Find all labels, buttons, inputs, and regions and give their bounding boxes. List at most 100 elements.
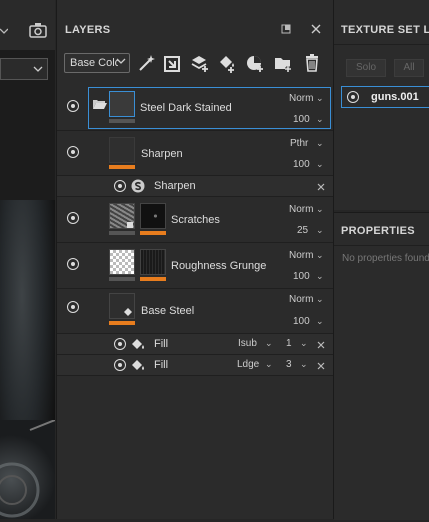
layer-name: Steel Dark Stained [140, 102, 232, 114]
panel-close-icon[interactable] [311, 24, 321, 34]
effect-row-fill-2[interactable]: Fill Ldge ⌄ 3 ⌄ [57, 355, 333, 376]
effect-value[interactable]: 1 [286, 338, 292, 349]
channel-select-value: Base Color [70, 57, 118, 69]
blend-mode[interactable]: Norm [289, 294, 313, 305]
effect-name: Fill [154, 338, 169, 350]
remove-effect-icon[interactable] [317, 182, 325, 191]
chevron-down-icon[interactable]: ⌄ [316, 225, 324, 236]
layer-opacity[interactable]: 100 [293, 159, 310, 170]
visibility-eye-icon[interactable] [347, 91, 359, 103]
layer-name: Base Steel [141, 305, 195, 317]
layer-opacity[interactable]: 100 [293, 271, 310, 282]
texture-set-panel: TEXTURE SET LIST Solo All guns.001 [334, 0, 429, 210]
layers-panel-title: LAYERS [65, 24, 111, 36]
visibility-eye-icon[interactable] [67, 212, 79, 224]
remove-effect-icon[interactable] [317, 361, 325, 370]
viewport-render-detail [0, 419, 56, 519]
blend-mode[interactable]: Norm [289, 204, 313, 215]
texture-set-panel-title: TEXTURE SET LIST [341, 24, 429, 36]
visibility-eye-icon[interactable] [67, 258, 79, 270]
chevron-down-icon[interactable]: ⌄ [316, 250, 324, 261]
properties-panel-title: PROPERTIES [341, 225, 415, 237]
effect-row-sharpen[interactable]: Sharpen [57, 176, 333, 197]
layer-name: Scratches [171, 214, 220, 226]
visibility-eye-icon[interactable] [114, 338, 126, 350]
layer-name: Roughness Grunge [171, 260, 267, 272]
chevron-down-icon [116, 56, 126, 69]
blend-mode[interactable]: Norm [289, 250, 313, 261]
chevron-down-icon[interactable]: ⌄ [316, 114, 324, 125]
folder-open-icon[interactable] [93, 98, 107, 110]
chevron-down-icon[interactable]: ⌄ [316, 294, 324, 305]
effect-name: Sharpen [154, 180, 196, 192]
visibility-eye-icon[interactable] [114, 180, 126, 192]
add-mask-icon[interactable] [163, 52, 183, 74]
effect-blend-mode[interactable]: Isub [238, 338, 257, 349]
visibility-eye-icon[interactable] [67, 100, 79, 112]
mask-thumbnail[interactable] [140, 203, 166, 229]
chevron-down-icon[interactable]: ⌄ [316, 93, 324, 104]
chevron-down-icon[interactable]: ⌄ [265, 338, 273, 349]
viewport-dropdown-arrow[interactable] [0, 26, 9, 36]
solo-button[interactable]: Solo [346, 59, 386, 77]
add-folder-icon[interactable] [273, 52, 293, 74]
layer-row-scratches[interactable]: Scratches Norm ⌄ 25 ⌄ [57, 197, 333, 243]
chevron-down-icon[interactable]: ⌄ [300, 338, 308, 349]
add-generator-icon[interactable] [245, 52, 265, 74]
chevron-down-icon[interactable]: ⌄ [316, 159, 324, 170]
add-effect-icon[interactable] [137, 52, 157, 74]
all-button[interactable]: All [394, 59, 424, 77]
layer-channel-bar [109, 277, 135, 281]
layer-thumbnail [109, 249, 135, 275]
mask-thumbnail[interactable] [140, 249, 166, 275]
layer-row-sharpen[interactable]: Sharpen Pthr ⌄ 100 ⌄ [57, 131, 333, 176]
chevron-down-icon[interactable]: ⌄ [265, 359, 273, 370]
visibility-eye-icon[interactable] [67, 146, 79, 158]
camera-icon[interactable] [29, 22, 47, 38]
layer-opacity[interactable]: 25 [297, 225, 308, 236]
add-fill-layer-icon[interactable] [217, 52, 237, 74]
mask-channel-bar [140, 277, 166, 281]
channel-select[interactable]: Base Color [64, 53, 130, 73]
chevron-down-icon[interactable]: ⌄ [316, 316, 324, 327]
layer-row-roughness-grunge[interactable]: Roughness Grunge Norm ⌄ 100 ⌄ [57, 243, 333, 289]
remove-effect-icon[interactable] [317, 340, 325, 349]
mask-channel-bar [140, 231, 166, 235]
layer-row-steel-dark-stained[interactable]: Steel Dark Stained Norm ⌄ 100 ⌄ [57, 85, 333, 131]
viewport[interactable] [0, 0, 56, 519]
visibility-eye-icon[interactable] [114, 359, 126, 371]
fill-bucket-icon [131, 337, 145, 351]
blend-mode[interactable]: Pthr [290, 138, 308, 149]
substance-filter-icon [131, 179, 145, 193]
divider [334, 44, 429, 45]
properties-empty-text: No properties found [342, 253, 429, 264]
chevron-down-icon[interactable]: ⌄ [316, 271, 324, 282]
layer-row-base-steel[interactable]: Base Steel Norm ⌄ 100 ⌄ [57, 289, 333, 334]
texture-set-name: guns.001 [371, 91, 419, 103]
chevron-down-icon[interactable]: ⌄ [300, 359, 308, 370]
texture-set-item[interactable]: guns.001 [341, 86, 429, 108]
divider [334, 245, 429, 246]
delete-icon[interactable] [303, 52, 323, 74]
effect-name: Fill [154, 359, 169, 371]
chevron-down-icon[interactable]: ⌄ [316, 204, 324, 215]
panel-undock-icon[interactable] [281, 24, 291, 34]
layer-opacity[interactable]: 100 [293, 316, 310, 327]
fill-indicator [127, 222, 133, 228]
layer-opacity[interactable]: 100 [293, 114, 310, 125]
layer-channel-bar [109, 165, 135, 169]
layer-thumbnail [109, 91, 135, 117]
effect-value[interactable]: 3 [286, 359, 292, 370]
layer-thumbnail [109, 293, 135, 319]
layer-name: Sharpen [141, 148, 183, 160]
visibility-eye-icon[interactable] [67, 301, 79, 313]
effect-row-fill-1[interactable]: Fill Isub ⌄ 1 ⌄ [57, 334, 333, 355]
effect-blend-mode[interactable]: Ldge [237, 359, 259, 370]
viewport-mode-dropdown[interactable] [0, 58, 48, 80]
add-layer-icon[interactable] [190, 52, 210, 74]
layer-channel-bar [109, 321, 135, 325]
properties-panel: PROPERTIES No properties found [334, 212, 429, 520]
chevron-down-icon[interactable]: ⌄ [316, 138, 324, 149]
layer-channel-bar [109, 119, 135, 123]
blend-mode[interactable]: Norm [289, 93, 313, 104]
